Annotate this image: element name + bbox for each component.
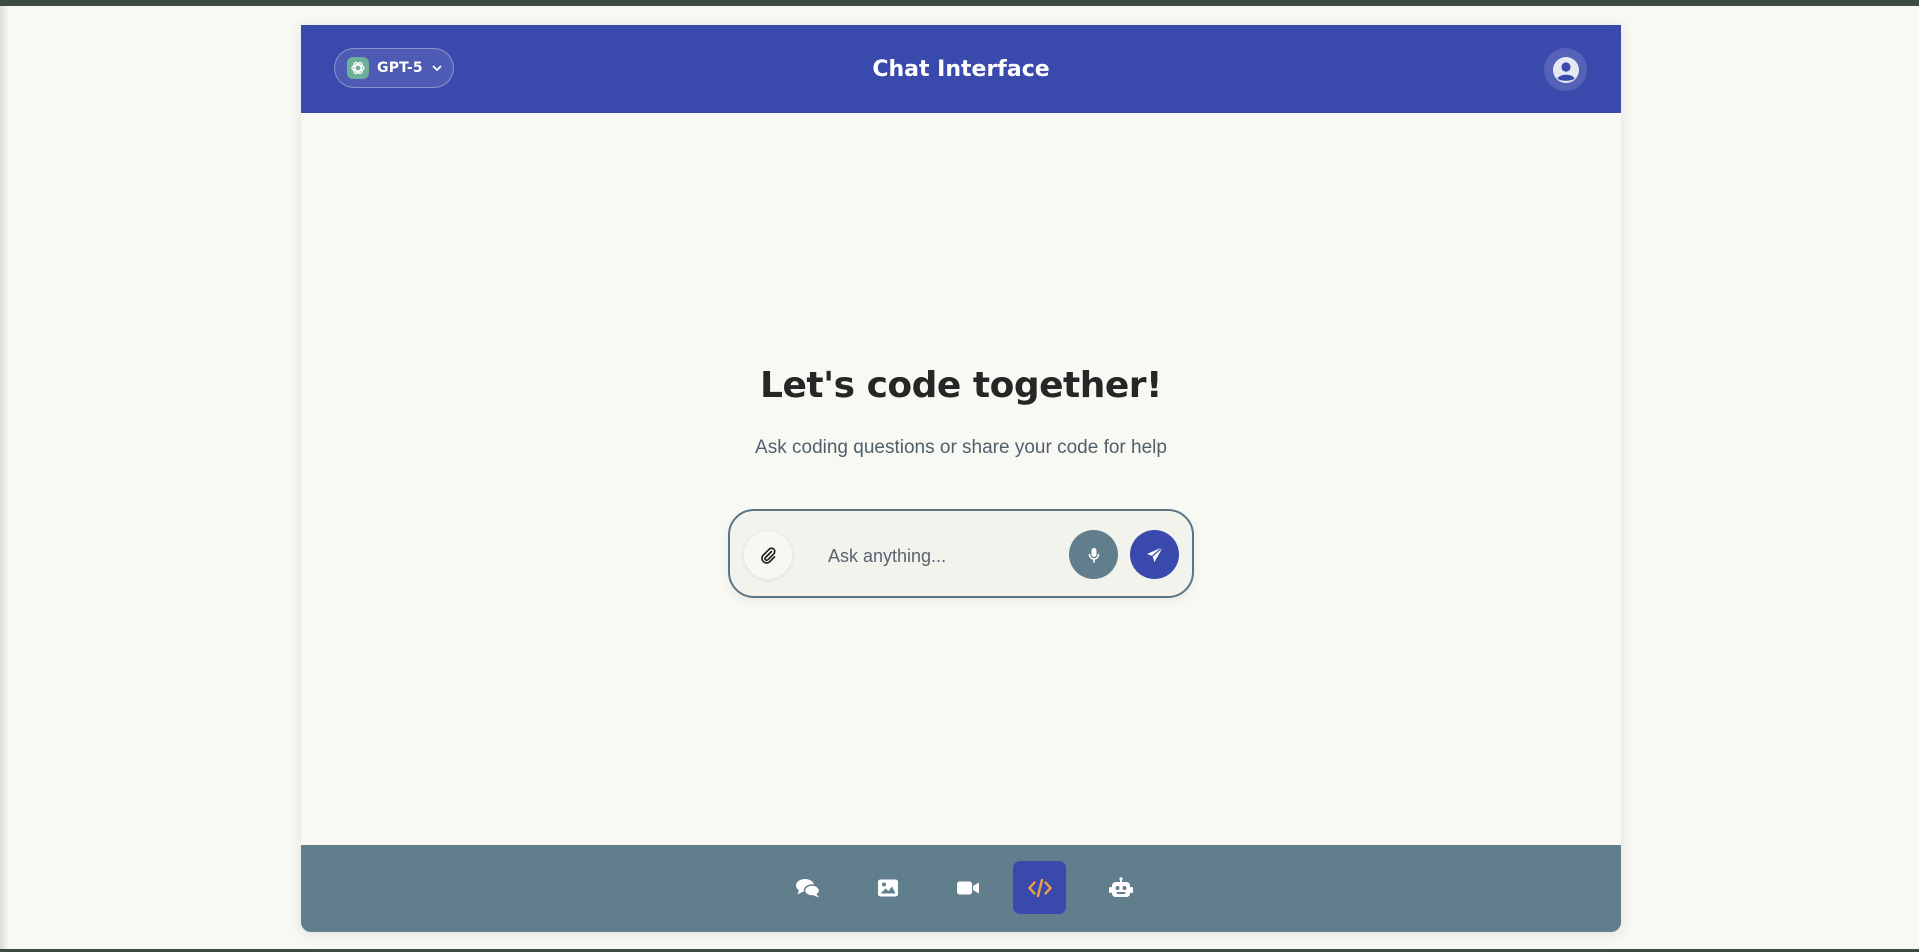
microphone-icon <box>1085 546 1103 564</box>
nav-chat-button[interactable] <box>781 861 834 914</box>
chat-bubbles-icon <box>795 877 821 899</box>
nav-code-button[interactable] <box>1013 861 1066 914</box>
image-icon <box>877 878 899 898</box>
app-header: GPT-5 Chat Interface <box>301 25 1621 113</box>
send-message-button[interactable] <box>1130 530 1179 579</box>
window-left-edge <box>0 6 8 952</box>
user-circle-icon <box>1552 56 1580 84</box>
bottom-navigation <box>301 845 1621 932</box>
hero-subtitle: Ask coding questions or share your code … <box>755 437 1167 458</box>
voice-input-button[interactable] <box>1069 530 1118 579</box>
video-camera-icon <box>956 879 980 897</box>
nav-video-button[interactable] <box>941 861 994 914</box>
message-input[interactable] <box>826 537 1050 575</box>
user-profile-button[interactable] <box>1544 48 1587 91</box>
nav-agent-button[interactable] <box>1094 861 1147 914</box>
paperclip-icon <box>759 546 777 564</box>
hero-title: Let's code together! <box>760 365 1162 406</box>
robot-icon <box>1108 876 1134 899</box>
message-composer <box>728 509 1194 598</box>
nav-image-button[interactable] <box>861 861 914 914</box>
chat-app: GPT-5 Chat Interface Let's code together… <box>301 25 1621 932</box>
paper-plane-icon <box>1145 545 1165 565</box>
page-title: Chat Interface <box>872 56 1050 82</box>
window-top-border <box>0 0 1919 6</box>
attach-file-button[interactable] <box>744 531 792 579</box>
code-icon <box>1027 878 1053 898</box>
